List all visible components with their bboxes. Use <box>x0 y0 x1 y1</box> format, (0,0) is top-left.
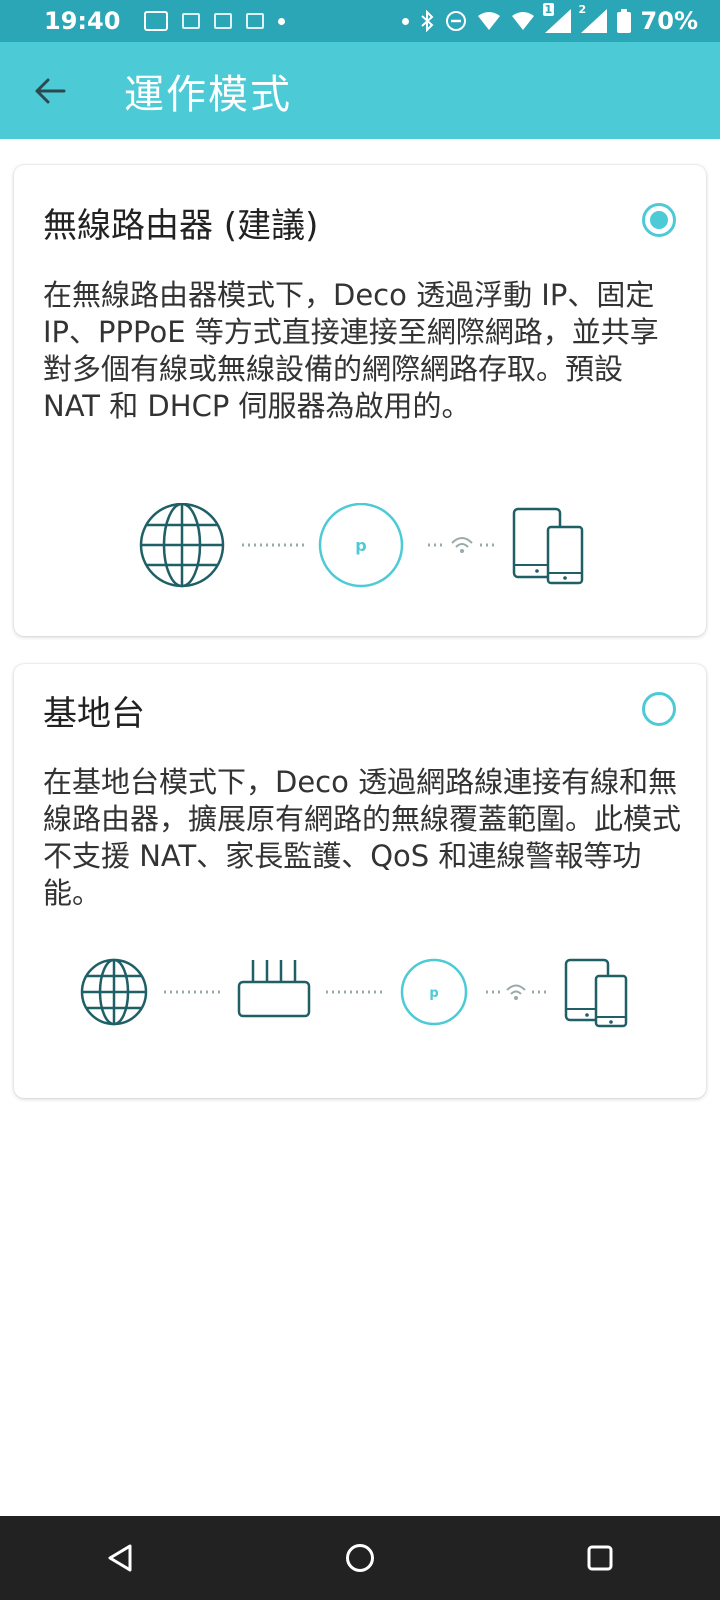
page-title: 運作模式 <box>124 71 292 118</box>
signal-label: 2 <box>578 3 587 16</box>
home-circle-icon <box>346 1544 374 1572</box>
dnd-icon <box>445 11 466 31</box>
globe-icon <box>139 503 225 588</box>
status-time: 19:40 <box>44 7 121 35</box>
mode-description: 在無線路由器模式下，Deco 透過浮動 IP、固定 IP、PPPoE 等方式直接… <box>43 278 659 423</box>
devices-icon <box>512 507 584 585</box>
wifi-icon <box>511 12 534 30</box>
app-icon <box>246 13 265 29</box>
nav-home-button[interactable] <box>320 1518 400 1598</box>
nav-back-button[interactable] <box>80 1518 160 1598</box>
wifi-icon <box>477 12 500 30</box>
svg-text:p: p <box>355 536 366 555</box>
back-triangle-icon <box>108 1544 132 1572</box>
back-button[interactable] <box>20 61 80 121</box>
globe-icon <box>80 958 148 1026</box>
wifi-icon <box>451 537 473 553</box>
svg-text:p: p <box>429 986 438 1001</box>
battery-percent: 70% <box>640 7 698 35</box>
nav-recents-button[interactable] <box>560 1518 640 1598</box>
dot-icon <box>401 17 409 25</box>
router-icon <box>237 960 311 1018</box>
devices-icon <box>564 958 628 1028</box>
signal-label: 1 <box>542 3 555 16</box>
notification-box-icon <box>144 11 169 31</box>
app-icon <box>214 13 233 29</box>
deco-icon: p <box>318 503 404 588</box>
status-bar: 19:40 1 2 70% <box>0 0 720 42</box>
signal-icon: 2 <box>579 3 607 33</box>
bluetooth-icon <box>420 10 433 32</box>
system-nav-bar <box>0 1516 720 1600</box>
wifi-icon <box>506 984 526 1000</box>
app-bar: 運作模式 <box>0 42 720 139</box>
signal-icon: 1 <box>542 3 571 33</box>
mode-card-wireless-router[interactable]: 無線路由器 (建議) 在無線路由器模式下，Deco 透過浮動 IP、固定 IP、… <box>14 165 706 636</box>
mode-card-access-point[interactable]: 基地台 在基地台模式下，Deco 透過網路線連接有線和無線路由器，擴展原有網路的… <box>14 664 706 1098</box>
mode-description: 在基地台模式下，Deco 透過網路線連接有線和無線路由器，擴展原有網路的無線覆蓋… <box>43 765 682 910</box>
mode-diagram: p <box>80 958 628 1028</box>
recents-square-icon <box>587 1545 613 1571</box>
arrow-left-icon <box>35 78 66 103</box>
app-icon <box>182 13 201 29</box>
mode-diagram: p <box>139 503 584 588</box>
radio-button-selected[interactable] <box>642 203 676 237</box>
dot-icon <box>278 17 286 25</box>
radio-button[interactable] <box>642 692 676 726</box>
mode-title: 無線路由器 (建議) <box>43 206 319 246</box>
battery-icon <box>616 9 631 33</box>
mode-title: 基地台 <box>43 694 145 734</box>
deco-icon: p <box>400 958 468 1026</box>
